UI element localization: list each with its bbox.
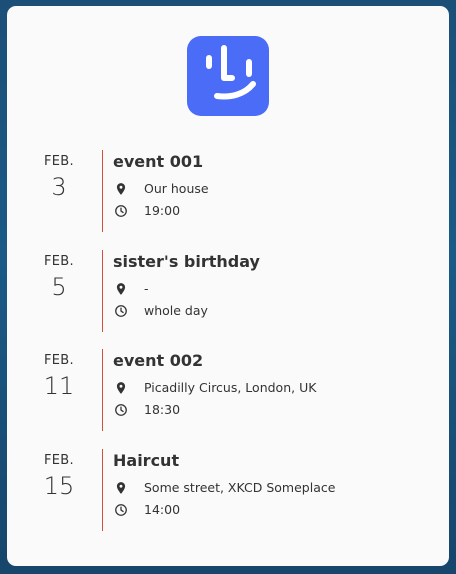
clock-icon: [114, 403, 128, 417]
event-date: FEB. 11: [27, 353, 91, 401]
event-item[interactable]: FEB. 5 sister's birthday - whole day: [7, 250, 449, 336]
location-pin-icon: [114, 282, 128, 296]
app-logo-icon: [187, 36, 269, 116]
event-title: sister's birthday: [113, 252, 260, 271]
event-title: Haircut: [113, 451, 180, 470]
event-title: event 002: [113, 351, 204, 370]
event-item[interactable]: FEB. 3 event 001 Our house 19:00: [7, 150, 449, 236]
event-day: 3: [51, 173, 67, 201]
event-time-row: 19:00: [114, 203, 180, 219]
event-divider: [102, 150, 103, 232]
event-location: Our house: [144, 181, 209, 196]
event-location: -: [144, 281, 149, 296]
location-pin-icon: [114, 481, 128, 495]
event-day: 11: [43, 372, 75, 400]
event-time: 14:00: [144, 502, 181, 517]
event-time-row: 14:00: [114, 502, 180, 518]
event-date: FEB. 3: [27, 154, 91, 202]
event-divider: [102, 449, 103, 531]
event-time: 19:00: [144, 203, 181, 218]
event-date: FEB. 5: [27, 254, 91, 302]
event-month: FEB.: [44, 453, 74, 468]
event-location-row: Picadilly Circus, London, UK: [114, 380, 316, 396]
location-pin-icon: [114, 381, 128, 395]
event-location: Some street, XKCD Someplace: [144, 480, 336, 495]
event-time: 18:30: [144, 402, 181, 417]
event-location-row: Our house: [114, 181, 209, 197]
event-time: whole day: [144, 303, 208, 318]
event-day: 5: [51, 273, 67, 301]
clock-icon: [114, 503, 128, 517]
events-card: FEB. 3 event 001 Our house 19:00 FEB. 5 …: [7, 6, 449, 566]
event-location-row: Some street, XKCD Someplace: [114, 480, 335, 496]
event-location-row: -: [114, 281, 149, 297]
event-month: FEB.: [44, 154, 74, 169]
event-divider: [102, 349, 103, 431]
event-item[interactable]: FEB. 15 Haircut Some street, XKCD Somepl…: [7, 449, 449, 535]
event-month: FEB.: [44, 353, 74, 368]
event-location: Picadilly Circus, London, UK: [144, 380, 317, 395]
event-time-row: 18:30: [114, 402, 180, 418]
event-divider: [102, 250, 103, 332]
event-time-row: whole day: [114, 303, 208, 319]
clock-icon: [114, 304, 128, 318]
event-date: FEB. 15: [27, 453, 91, 501]
event-item[interactable]: FEB. 11 event 002 Picadilly Circus, Lond…: [7, 349, 449, 435]
event-day: 15: [43, 472, 75, 500]
event-month: FEB.: [44, 254, 74, 269]
event-title: event 001: [113, 152, 204, 171]
clock-icon: [114, 204, 128, 218]
location-pin-icon: [114, 182, 128, 196]
